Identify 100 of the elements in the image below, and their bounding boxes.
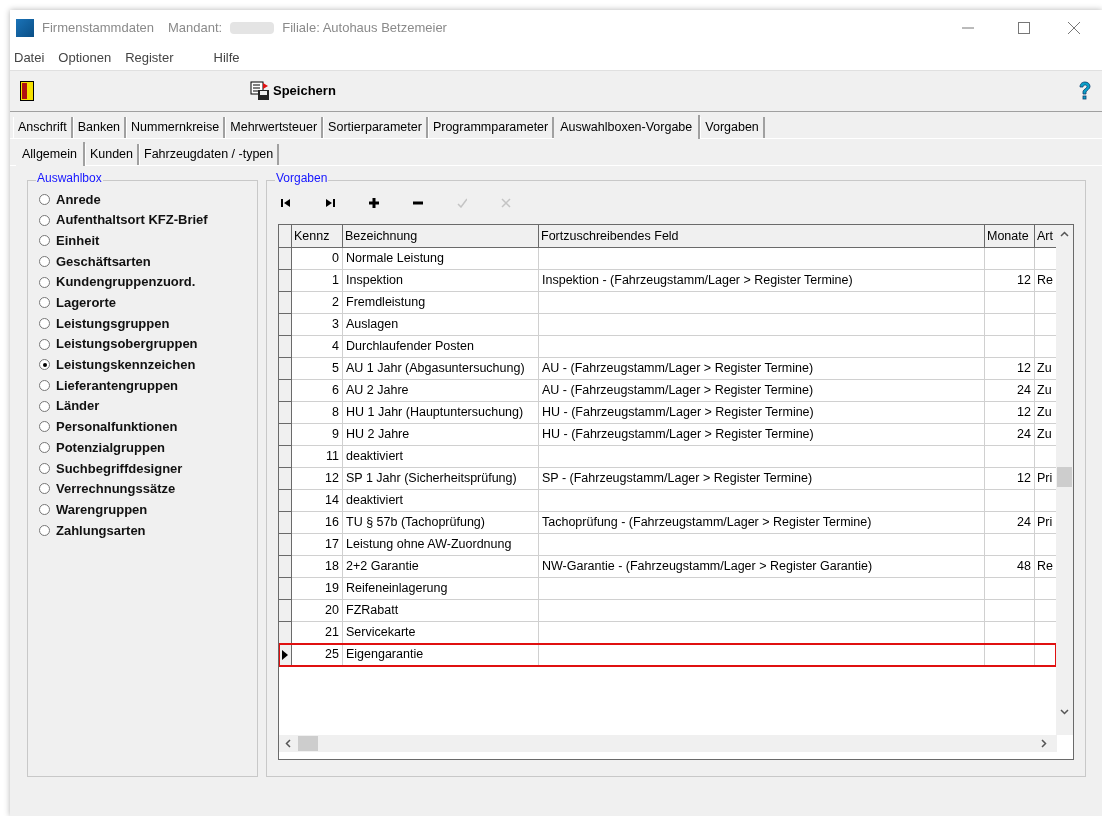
table-cell: 20 [292,600,343,622]
radio-option[interactable]: Leistungsobergruppen [39,333,257,355]
horizontal-scrollbar[interactable] [279,735,1057,752]
tab[interactable]: Banken [72,117,127,138]
table-cell: 1 [292,270,343,292]
radio-button[interactable] [39,380,50,392]
column-header[interactable]: Fortzuschreibendes Feld [539,225,985,247]
tab[interactable]: Anschrift [13,117,73,138]
column-header[interactable]: Monate [985,225,1035,247]
app-icon [16,18,34,37]
tab[interactable]: Programmparameter [427,117,555,138]
radio-option[interactable]: Suchbegriffdesigner [39,457,257,479]
tab[interactable]: Fahrzeugdaten / -typen [139,144,280,165]
menu-item[interactable]: Hilfe [213,47,240,68]
column-header[interactable]: Bezeichnung [343,225,539,247]
table-cell: 3 [292,314,343,336]
tab[interactable]: Nummernkreise [126,117,226,138]
radio-button[interactable] [39,504,50,516]
table-cell: 2+2 Garantie [343,556,539,578]
first-record-icon[interactable] [281,198,291,208]
save-button[interactable]: Speichern [250,81,336,101]
radio-button[interactable] [39,442,50,454]
radio-option[interactable]: Warengruppen [39,499,257,520]
branch-label: Filiale: Autohaus Betzemeier [282,18,447,37]
table-cell: Eigengarantie [343,644,539,666]
table-cell: Normale Leistung [343,248,539,270]
selected-row-highlight[interactable]: 25 Eigengarantie [279,644,1056,666]
radio-option[interactable]: Potenzialgruppen [39,437,257,458]
radio-button[interactable] [39,462,50,474]
radio-button[interactable] [39,400,50,412]
table-cell: Inspektion [343,270,539,292]
table-cell: HU - (Fahrzeugstamm/Lager > Register Termine) [539,402,985,424]
tab[interactable]: Kunden [84,144,139,165]
table-cell: 5 [292,358,343,380]
menu-item[interactable]: Optionen [58,47,112,68]
last-record-icon[interactable] [325,198,335,208]
radio-option[interactable]: Personalfunktionen [39,416,257,438]
radio-option[interactable]: Länder [39,395,257,417]
menu-item[interactable]: Datei [14,47,45,68]
help-icon[interactable] [1078,81,1092,101]
table-cell: 12 [985,270,1035,292]
radio-button[interactable] [39,338,50,350]
radio-button[interactable] [39,276,50,288]
current-row-icon [282,649,288,660]
table-cell: deaktiviert [343,490,539,512]
row-indicator[interactable] [279,644,292,666]
scroll-right-icon[interactable] [1041,739,1047,748]
radio-button[interactable] [39,297,50,309]
table-cell: Inspektion - (Fahrzeugstamm/Lager > Register Termine) [539,270,985,292]
radio-option[interactable]: Lieferantengruppen [39,375,257,396]
tab[interactable]: Vorgaben [700,117,765,138]
scroll-up-icon[interactable] [1060,231,1069,237]
tab[interactable]: Mehrwertsteuer [225,117,324,138]
scrollbar-thumb[interactable] [298,736,318,751]
close-icon[interactable] [1068,21,1080,34]
radio-option[interactable]: Kundengruppenzuord. [39,271,257,293]
radio-option[interactable]: Zahlungsarten [39,520,257,541]
table-cell: Servicekarte [343,622,539,644]
column-header[interactable]: Kennz [292,225,343,247]
maximize-icon[interactable] [1018,21,1030,34]
radio-button[interactable] [39,317,50,329]
exit-door-icon[interactable] [20,81,34,101]
radio-button[interactable] [39,235,50,247]
radio-option[interactable]: Anrede [39,189,257,210]
radio-option[interactable]: Leistungsgruppen [39,313,257,334]
radio-option[interactable]: Geschäftsarten [39,251,257,272]
radio-button[interactable] [39,193,50,205]
save-disk-icon [250,81,270,101]
scroll-left-icon[interactable] [285,739,291,748]
radio-button[interactable] [39,255,50,267]
table-cell: 6 [292,380,343,402]
table-cell: HU - (Fahrzeugstamm/Lager > Register Termine) [539,424,985,446]
radio-option[interactable]: Lagerorte [39,292,257,314]
radio-button[interactable] [39,214,50,226]
menu-item[interactable]: Register [125,47,174,68]
radio-option[interactable]: Verrechnungssätze [39,478,257,500]
tab[interactable]: Allgemein [16,142,85,166]
table-cell: SP 1 Jahr (Sicherheitsprüfung) [343,468,539,490]
radio-button[interactable] [39,483,50,495]
table-cell: 8 [292,402,343,424]
tab[interactable]: Auswahlboxen-Vorgabe [554,115,701,139]
table-cell: AU 2 Jahre [343,380,539,402]
scroll-down-icon[interactable] [1060,709,1069,715]
table-cell: 21 [292,622,343,644]
radio-button[interactable] [39,359,50,371]
radio-option[interactable]: Leistungskennzeichen [39,354,257,376]
table-cell: 12 [985,358,1035,380]
table-cell: 24 [985,380,1035,402]
group-title: Auswahlbox [36,172,103,184]
table-cell: 12 [292,468,343,490]
tab[interactable]: Sortierparameter [323,117,428,138]
radio-option[interactable]: Aufenthaltsort KFZ-Brief [39,209,257,231]
radio-button[interactable] [39,421,50,433]
mandant-label: Mandant: [168,18,223,37]
scrollbar-thumb[interactable] [1057,467,1072,487]
blurred-block [230,21,275,34]
plus-icon[interactable] [369,198,379,208]
radio-button[interactable] [39,524,50,536]
radio-option[interactable]: Einheit [39,230,257,252]
vertical-scrollbar[interactable] [1056,225,1073,735]
